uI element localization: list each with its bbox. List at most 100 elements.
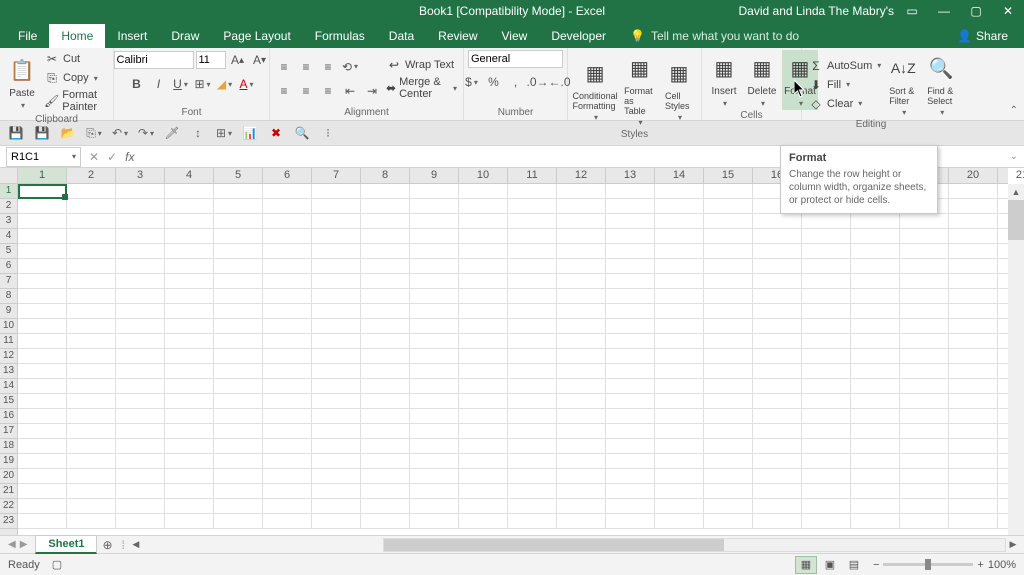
cell[interactable]	[67, 229, 116, 244]
cell[interactable]	[67, 379, 116, 394]
align-left-icon[interactable]: ≡	[274, 81, 294, 101]
cell[interactable]	[655, 364, 704, 379]
maximize-button[interactable]: ▢	[960, 0, 992, 22]
cell[interactable]	[508, 469, 557, 484]
comma-icon[interactable]: ,	[506, 72, 526, 92]
cell[interactable]	[557, 514, 606, 529]
increase-indent-icon[interactable]: ⇥	[362, 81, 382, 101]
cell[interactable]	[557, 469, 606, 484]
format-painter-button[interactable]: 🖌Format Painter	[42, 88, 109, 114]
cell[interactable]	[949, 289, 998, 304]
zoom-level[interactable]: 100%	[988, 559, 1016, 571]
cell[interactable]	[459, 454, 508, 469]
cell[interactable]	[655, 334, 704, 349]
tab-review[interactable]: Review	[426, 24, 489, 48]
cell[interactable]	[655, 469, 704, 484]
cell[interactable]	[606, 514, 655, 529]
cell[interactable]	[116, 364, 165, 379]
cell[interactable]	[361, 469, 410, 484]
cell[interactable]	[949, 199, 998, 214]
cell[interactable]	[655, 184, 704, 199]
cell[interactable]	[557, 184, 606, 199]
cell[interactable]	[508, 499, 557, 514]
cell[interactable]	[851, 424, 900, 439]
merge-center-button[interactable]: ⬌Merge & Center▾	[384, 75, 459, 101]
cell[interactable]	[949, 364, 998, 379]
cell[interactable]	[655, 289, 704, 304]
cell[interactable]	[606, 439, 655, 454]
clear-button[interactable]: ◇Clear▾	[806, 95, 883, 113]
name-box[interactable]: R1C1▾	[6, 147, 81, 167]
page-layout-view-icon[interactable]: ▣	[819, 556, 841, 574]
cell[interactable]	[851, 454, 900, 469]
cell[interactable]	[459, 199, 508, 214]
cell[interactable]	[263, 289, 312, 304]
cell[interactable]	[557, 484, 606, 499]
cell[interactable]	[116, 379, 165, 394]
cell[interactable]	[459, 484, 508, 499]
cell[interactable]	[165, 394, 214, 409]
cell[interactable]	[557, 364, 606, 379]
cell[interactable]	[116, 454, 165, 469]
cell[interactable]	[508, 514, 557, 529]
cell[interactable]	[116, 499, 165, 514]
conditional-formatting-button[interactable]: ▦Conditional Formatting▾	[572, 55, 618, 124]
cell[interactable]	[214, 304, 263, 319]
row-headers[interactable]: 1234567891011121314151617181920212223	[0, 184, 18, 535]
cell[interactable]	[361, 499, 410, 514]
cell[interactable]	[263, 394, 312, 409]
currency-icon[interactable]: $▾	[462, 72, 482, 92]
cell[interactable]	[557, 319, 606, 334]
cell[interactable]	[361, 304, 410, 319]
cell[interactable]	[410, 319, 459, 334]
cell[interactable]	[410, 439, 459, 454]
delete-cells-button[interactable]: ▦Delete▾	[744, 50, 780, 110]
cell[interactable]	[949, 424, 998, 439]
decrease-decimal-icon[interactable]: ←.0	[550, 72, 570, 92]
cell[interactable]	[606, 469, 655, 484]
cell[interactable]	[508, 409, 557, 424]
cell[interactable]	[949, 274, 998, 289]
cell[interactable]	[606, 289, 655, 304]
cell[interactable]	[312, 394, 361, 409]
cell[interactable]	[18, 349, 67, 364]
format-as-table-button[interactable]: ▦Format as Table▾	[620, 50, 659, 129]
cell[interactable]	[361, 259, 410, 274]
cell[interactable]	[606, 484, 655, 499]
cell[interactable]	[18, 289, 67, 304]
cell[interactable]	[606, 334, 655, 349]
row-header[interactable]: 1	[0, 184, 17, 199]
cell[interactable]	[263, 499, 312, 514]
font-name-select[interactable]	[114, 51, 194, 69]
cell[interactable]	[361, 454, 410, 469]
cell[interactable]	[655, 454, 704, 469]
cell[interactable]	[18, 424, 67, 439]
cell[interactable]	[312, 469, 361, 484]
cell[interactable]	[263, 199, 312, 214]
cell[interactable]	[753, 319, 802, 334]
cell[interactable]	[361, 334, 410, 349]
cell[interactable]	[753, 259, 802, 274]
vertical-scrollbar[interactable]: ▲	[1008, 184, 1024, 535]
cell[interactable]	[312, 334, 361, 349]
cell[interactable]	[67, 394, 116, 409]
cell[interactable]	[704, 289, 753, 304]
cell[interactable]	[263, 439, 312, 454]
cell[interactable]	[116, 274, 165, 289]
sheet-nav-next-icon[interactable]: ▶	[20, 539, 28, 550]
cell[interactable]	[263, 259, 312, 274]
cell[interactable]	[606, 409, 655, 424]
align-right-icon[interactable]: ≡	[318, 81, 338, 101]
cancel-formula-icon[interactable]: ✕	[89, 150, 99, 164]
cell[interactable]	[557, 229, 606, 244]
cell[interactable]	[67, 259, 116, 274]
cell[interactable]	[263, 409, 312, 424]
row-header[interactable]: 11	[0, 334, 17, 349]
tab-view[interactable]: View	[490, 24, 540, 48]
row-header[interactable]: 19	[0, 454, 17, 469]
cell[interactable]	[214, 379, 263, 394]
cell[interactable]	[851, 289, 900, 304]
cell[interactable]	[900, 394, 949, 409]
cell[interactable]	[655, 484, 704, 499]
cell[interactable]	[851, 304, 900, 319]
